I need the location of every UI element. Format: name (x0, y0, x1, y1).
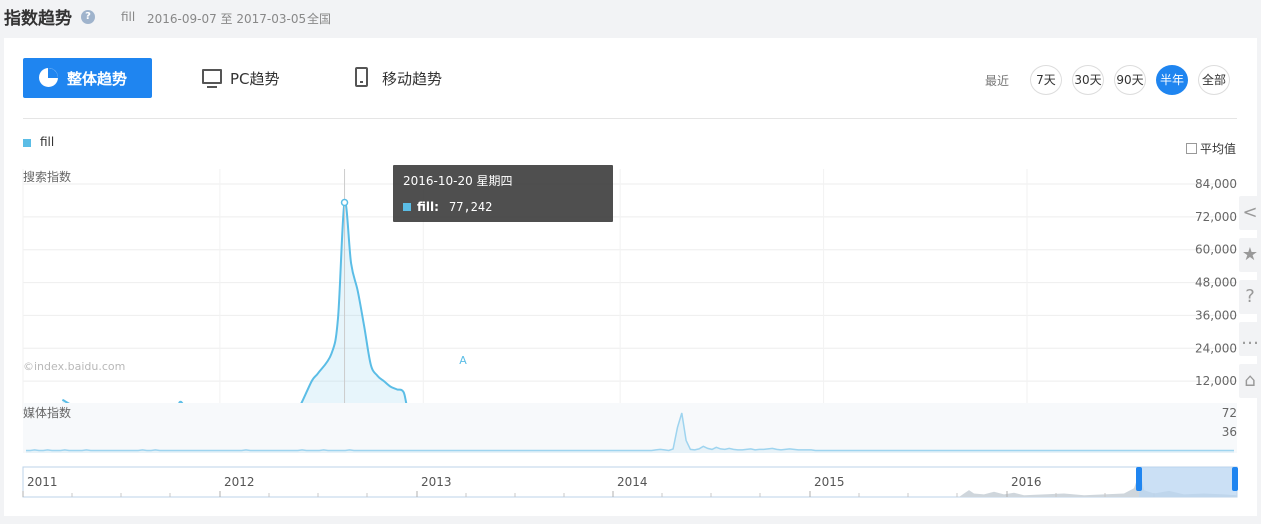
tab-overall-trend[interactable]: 整体趋势 (23, 58, 152, 98)
search-index-label: 搜索指数 (23, 169, 71, 184)
annotation-marker[interactable]: A (459, 354, 467, 367)
range-30d-button[interactable]: 30天 (1072, 65, 1104, 95)
search-series-line (61, 200, 1237, 415)
range-90d-button[interactable]: 90天 (1114, 65, 1146, 95)
media-panel (23, 403, 1237, 453)
date-range-label: 2016-09-07 至 2017-03-05 (147, 12, 307, 26)
hover-point (340, 198, 349, 207)
phone-icon (355, 67, 368, 87)
navigator-year-label: 2014 (617, 475, 648, 489)
navigator-right-handle[interactable] (1232, 467, 1238, 491)
range-7d-button[interactable]: 7天 (1030, 65, 1062, 95)
navigator-year-label: 2011 (27, 475, 58, 489)
keyword-label: fill (121, 10, 136, 24)
navigator-selection[interactable] (1139, 467, 1237, 497)
y-tick-label: 48,000 (1195, 276, 1237, 290)
y-tick-label: 36,000 (1195, 308, 1237, 322)
star-icon[interactable]: ★ (1239, 238, 1261, 272)
average-label[interactable]: 平均值 (1200, 140, 1236, 157)
navigator-year-label: 2016 (1011, 475, 1042, 489)
range-half-year-button[interactable]: 半年 (1156, 65, 1188, 95)
divider (23, 118, 1237, 119)
chart-tooltip: 2016-10-20 星期四 fill: 77,242 (393, 165, 613, 222)
header-bar: 指数趋势 ? fill 2016-09-07 至 2017-03-05 全国 (0, 0, 1261, 34)
help-icon[interactable]: ? (81, 10, 95, 24)
legend-swatch (23, 139, 31, 147)
y-tick-label: 84,000 (1195, 177, 1237, 191)
range-label: 最近 (985, 74, 1010, 88)
tab-overall-trend-label: 整体趋势 (67, 70, 128, 88)
tooltip-value: 77,242 (449, 200, 493, 214)
tab-pc-trend[interactable]: PC趋势 (230, 68, 280, 89)
legend-label[interactable]: fill (40, 135, 54, 149)
home-icon[interactable]: ⌂ (1239, 364, 1261, 398)
navigator-year-label: 2015 (814, 475, 845, 489)
media-y-tick-label: 72 (1222, 406, 1237, 420)
y-tick-label: 72,000 (1195, 210, 1237, 224)
pie-chart-icon (39, 68, 58, 87)
range-all-button[interactable]: 全部 (1198, 65, 1230, 95)
monitor-icon (202, 69, 222, 88)
tooltip-date: 2016-10-20 星期四 (403, 174, 513, 188)
average-checkbox[interactable] (1186, 143, 1197, 154)
navigator-left-handle[interactable] (1136, 467, 1142, 491)
tooltip-swatch (403, 203, 411, 211)
tab-mobile-trend[interactable]: 移动趋势 (382, 68, 442, 89)
y-tick-label: 24,000 (1195, 341, 1237, 355)
comment-icon[interactable]: … (1239, 322, 1261, 356)
help-icon[interactable]: ? (1239, 280, 1261, 314)
navigator-year-label: 2012 (224, 475, 255, 489)
y-tick-label: 12,000 (1195, 374, 1237, 388)
media-y-tick-label: 36 (1222, 425, 1237, 439)
share-icon[interactable]: < (1239, 196, 1261, 230)
navigator-year-label: 2013 (421, 475, 452, 489)
y-tick-label: 60,000 (1195, 243, 1237, 257)
chart-area[interactable]: 搜索指数 12,000 24,000 36,000 48,000 60,000 72,00… (4, 164, 1257, 516)
trend-card: 整体趋势 PC趋势 移动趋势 最近 7天 30天 90天 半年 全部 fill … (4, 38, 1257, 516)
media-index-label: 媒体指数 (23, 405, 71, 420)
watermark: ©index.baidu.com (23, 360, 125, 373)
tooltip-series: fill: (417, 200, 439, 214)
search-area-fill (62, 201, 1237, 414)
region-label: 全国 (307, 12, 332, 26)
page-title: 指数趋势 (4, 9, 72, 29)
